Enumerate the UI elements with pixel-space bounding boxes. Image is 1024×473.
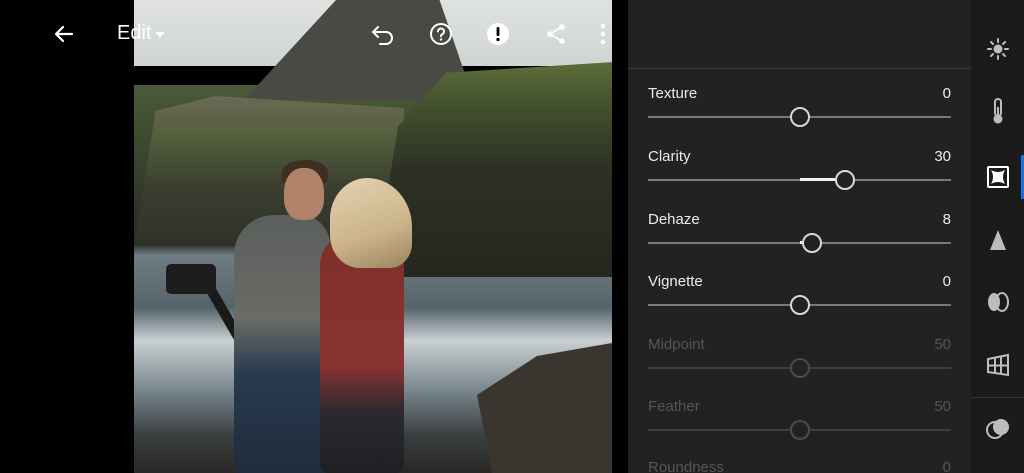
- arrow-left-icon: [54, 25, 74, 43]
- tool-geometry[interactable]: [984, 351, 1012, 379]
- undo-button[interactable]: [369, 20, 397, 48]
- tool-presets[interactable]: [984, 415, 1012, 443]
- slider-thumb: [789, 420, 810, 440]
- undo-icon: [372, 26, 393, 45]
- edit-label: Edit: [117, 22, 152, 44]
- color-temperature-icon: [993, 98, 1003, 124]
- tool-optics[interactable]: [984, 288, 1012, 316]
- slider-label: Roundness: [648, 459, 724, 473]
- chevron-down-icon: [155, 32, 166, 38]
- slider-label: Clarity: [648, 148, 691, 165]
- geometry-icon: [987, 353, 1009, 377]
- detail-icon: [990, 230, 1006, 250]
- photo-rock: [477, 343, 612, 473]
- edit-dropdown[interactable]: Edit: [117, 22, 166, 45]
- share-button[interactable]: [542, 20, 570, 48]
- presets-icon: [986, 419, 1009, 439]
- warning-button[interactable]: [484, 20, 512, 48]
- slider-label: Feather: [648, 398, 700, 415]
- slider-value[interactable]: 0: [943, 85, 951, 102]
- slider-thumb[interactable]: [789, 295, 810, 315]
- photo-man: [234, 215, 330, 473]
- slider-fill: [799, 178, 835, 181]
- slider-value: 50: [934, 336, 951, 353]
- tool-effects[interactable]: [984, 163, 1012, 191]
- back-button[interactable]: [50, 20, 78, 48]
- photo-man-head: [284, 168, 324, 220]
- slider-label: Midpoint: [648, 336, 705, 353]
- slider-thumb: [789, 358, 810, 378]
- tool-light[interactable]: [984, 35, 1012, 63]
- slider-label: Texture: [648, 85, 698, 102]
- slider-label: Vignette: [648, 273, 703, 290]
- photo[interactable]: [134, 0, 612, 473]
- slider-thumb[interactable]: [789, 107, 810, 127]
- slider-value[interactable]: 0: [943, 273, 951, 290]
- tool-color[interactable]: [984, 97, 1012, 125]
- slider-thumb[interactable]: [834, 170, 855, 190]
- share-icon: [547, 24, 565, 44]
- photo-woman: [320, 232, 404, 473]
- tool-detail[interactable]: [984, 226, 1012, 254]
- slider-value: 0: [942, 459, 951, 473]
- help-button[interactable]: [427, 20, 455, 48]
- help-icon: [430, 23, 452, 45]
- slider-value[interactable]: 8: [943, 211, 951, 228]
- more-vertical-icon: [600, 23, 606, 45]
- panel-divider: [628, 68, 971, 69]
- slider-label: Dehaze: [648, 211, 700, 228]
- tool-separator: [971, 397, 1024, 398]
- light-icon: [987, 38, 1009, 60]
- warning-icon: [487, 23, 509, 45]
- tool-strip: [971, 0, 1024, 473]
- optics-icon: [988, 292, 1009, 312]
- effects-icon: [987, 166, 1009, 188]
- photo-gimbal: [166, 264, 216, 294]
- slider-value: 50: [934, 398, 951, 415]
- slider-value[interactable]: 30: [934, 148, 951, 165]
- slider-thumb[interactable]: [801, 233, 822, 253]
- photo-canvas[interactable]: Edit: [0, 0, 628, 473]
- more-button[interactable]: [593, 20, 613, 48]
- effects-panel: Texture 0 Clarity 30 Dehaze 8 Vignette 0…: [628, 0, 971, 473]
